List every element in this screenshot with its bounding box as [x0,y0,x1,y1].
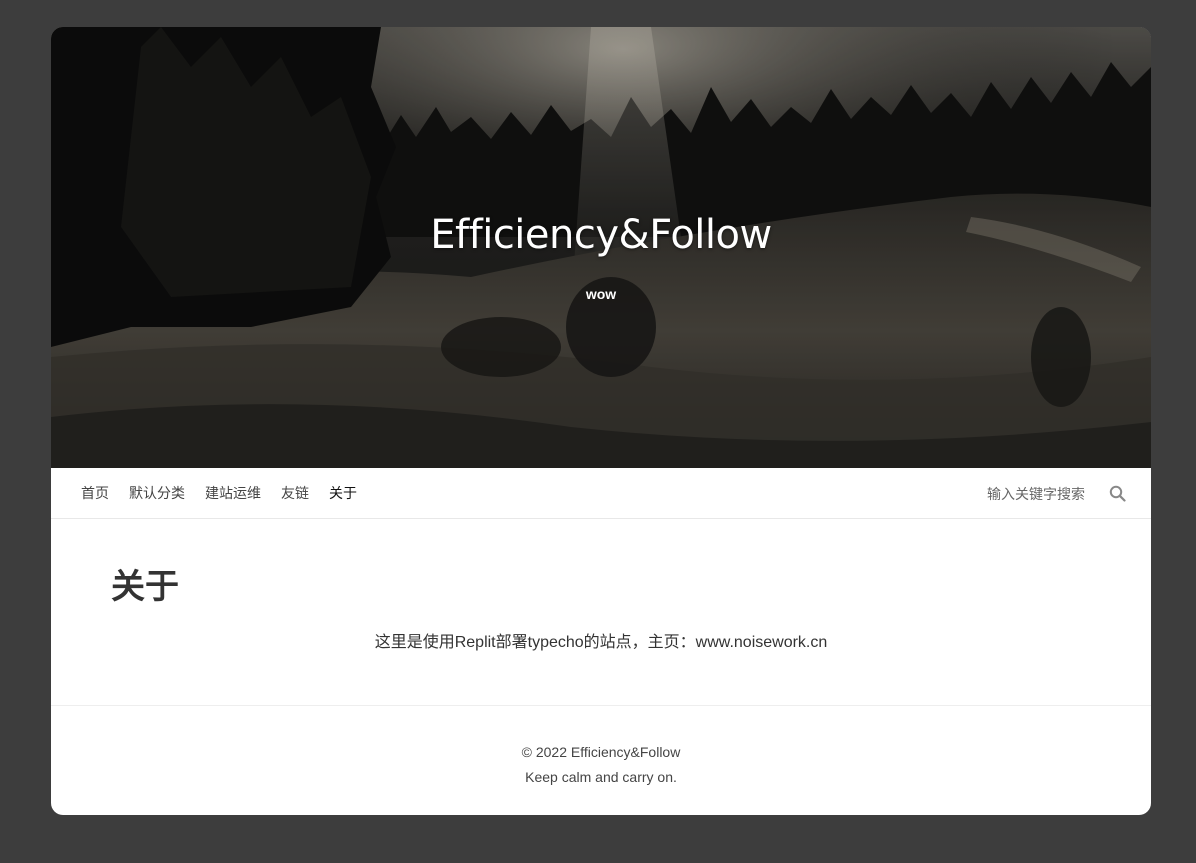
page-body-text: 这里是使用Replit部署typecho的站点，主页：www.noisework… [374,633,828,651]
footer-tagline: Keep calm and carry on. [525,769,677,785]
nav-item-about[interactable]: 关于 [329,483,357,503]
site-header-banner: Efficiency&Follow wow [51,27,1151,468]
page-content: 关于 这里是使用Replit部署typecho的站点，主页：www.noisew… [51,519,1151,705]
page-card: Efficiency&Follow wow 首页 默认分类 建站运维 友链 关于… [51,27,1151,815]
nav-item-links[interactable]: 友链 [281,483,309,503]
search-input[interactable] [975,485,1085,502]
search-form [975,468,1129,519]
search-button[interactable] [1105,482,1129,506]
site-footer: © 2022 Efficiency&Follow Keep calm and c… [51,705,1151,790]
main-nav: 首页 默认分类 建站运维 友链 关于 [51,468,1151,519]
nav-links: 首页 默认分类 建站运维 友链 关于 [81,483,377,503]
page-title: 关于 [111,568,179,606]
site-title[interactable]: Efficiency&Follow [51,212,1151,258]
search-icon [1109,485,1126,502]
site-description: wow [585,286,617,302]
footer-copyright: © 2022 Efficiency&Follow [521,744,681,760]
nav-item-default-category[interactable]: 默认分类 [129,483,185,503]
nav-item-home[interactable]: 首页 [81,483,109,503]
nav-item-site-ops[interactable]: 建站运维 [205,483,261,503]
